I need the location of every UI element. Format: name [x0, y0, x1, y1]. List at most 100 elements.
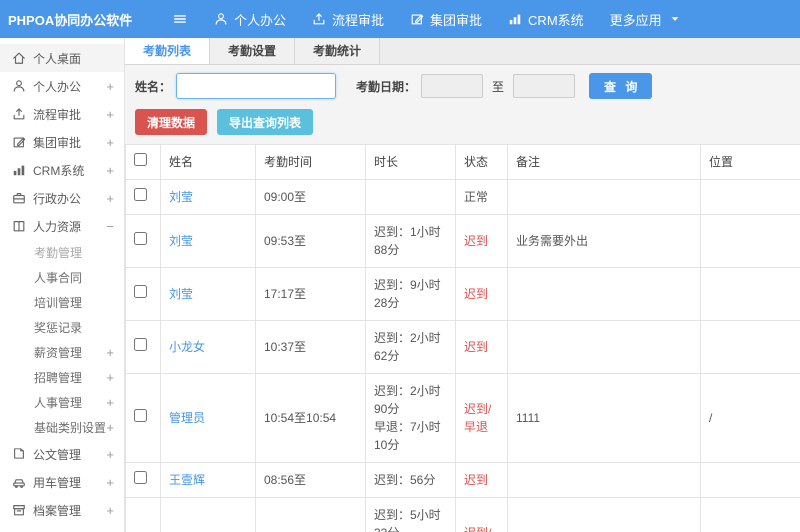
employee-name-link[interactable]: 刘莹 — [169, 190, 193, 204]
tab-3[interactable]: 考勤统计 — [295, 38, 381, 64]
top-nav: 个人办公 流程审批 集团审批 CRM系统 更多应用 — [201, 10, 695, 29]
user-icon — [214, 12, 228, 26]
sidebar-subitem-6[interactable]: 招聘管理 + — [0, 365, 124, 390]
row-checkbox[interactable] — [134, 409, 147, 422]
expand-toggle-icon[interactable]: + — [106, 395, 114, 410]
note-cell — [507, 462, 701, 498]
date-to-input[interactable] — [513, 74, 576, 98]
doc-icon — [12, 447, 26, 461]
name-cell: 刘莹 — [160, 267, 256, 321]
nav-item-1[interactable]: 个人办公 — [214, 10, 286, 29]
name-cell: 小龙女 — [160, 320, 256, 374]
row-select-cell — [125, 373, 161, 463]
row-select-cell — [125, 320, 161, 374]
note-cell — [507, 497, 701, 532]
sidebar-item-2[interactable]: 个人办公 + — [0, 72, 124, 100]
sidebar-item-10[interactable]: 档案管理 + — [0, 496, 124, 524]
employee-name-link[interactable]: 王壹辉 — [169, 473, 205, 487]
nav-item-label: 流程审批 — [332, 12, 385, 28]
date-label: 考勤日期： — [356, 79, 417, 94]
sidebar-item-6[interactable]: 行政办公 + — [0, 184, 124, 212]
sidebar-item-label: 基础类别设置 — [34, 421, 107, 435]
status-cell: 迟到/早退 — [455, 497, 508, 532]
row-select-cell — [125, 462, 161, 498]
table-row: 刘莹 09:53至 迟到：1小时88分 迟到 业务需要外出 — [125, 214, 800, 268]
expand-toggle-icon[interactable]: − — [106, 219, 114, 234]
sidebar-item-1[interactable]: 个人桌面 — [0, 44, 124, 72]
sidebar-item-label: 培训管理 — [34, 296, 83, 310]
row-checkbox[interactable] — [134, 232, 147, 245]
sidebar-item-5[interactable]: CRM系统 + — [0, 156, 124, 184]
row-checkbox[interactable] — [134, 338, 147, 351]
home-icon — [12, 51, 26, 65]
employee-name-link[interactable]: 管理员 — [169, 411, 205, 425]
sidebar-item-label: 档案管理 — [33, 503, 82, 518]
row-select-cell — [125, 267, 161, 321]
employee-name-link[interactable]: 刘莹 — [169, 234, 193, 248]
sidebar-submenu: 考勤管理 人事合同 培训管理 奖惩记录 薪资管理 + 招聘管理 + 人事管理 + 基础类别设置 + — [0, 240, 124, 440]
expand-toggle-icon[interactable]: + — [106, 345, 114, 360]
expand-toggle-icon[interactable]: + — [106, 503, 114, 518]
time-cell: 13:20至13:20 — [255, 497, 366, 532]
note-cell: 1111 — [507, 373, 701, 463]
duration-cell: 迟到：5小时33分早退：4小时67分 — [365, 497, 456, 532]
sidebar-item-4[interactable]: 集团审批 + — [0, 128, 124, 156]
search-button[interactable]: 查 询 — [589, 73, 653, 99]
sidebar-subitem-8[interactable]: 基础类别设置 + — [0, 415, 124, 440]
sidebar-item-label: 集团审批 — [33, 135, 82, 150]
hamburger-icon[interactable] — [173, 12, 187, 26]
clean-data-button[interactable]: 清理数据 — [135, 109, 208, 135]
main-content: 考勤列表 考勤设置 考勤统计 姓名： 考勤日期： 至 查 询 清理数据 导出查询列表… — [125, 38, 800, 532]
status-badge: 迟到 — [464, 287, 489, 301]
nav-item-5[interactable]: 更多应用 — [610, 10, 682, 29]
sidebar-item-label: 考勤管理 — [34, 246, 83, 260]
expand-toggle-icon[interactable]: + — [106, 163, 114, 178]
sidebar-subitem-2[interactable]: 人事合同 — [0, 265, 124, 290]
nav-item-2[interactable]: 流程审批 — [312, 10, 384, 29]
sidebar-subitem-7[interactable]: 人事管理 + — [0, 390, 124, 415]
row-checkbox[interactable] — [134, 188, 147, 201]
employee-name-link[interactable]: 小龙女 — [169, 340, 205, 354]
app-logo: PHPOA协同办公软件 — [8, 12, 133, 28]
sidebar-subitem-3[interactable]: 培训管理 — [0, 290, 124, 315]
name-input[interactable] — [176, 73, 337, 99]
name-cell: 刘莹 — [160, 179, 256, 215]
row-checkbox[interactable] — [134, 471, 147, 484]
tab-1[interactable]: 考勤列表 — [125, 38, 211, 64]
sidebar-item-9[interactable]: 用车管理 + — [0, 468, 124, 496]
date-from-input[interactable] — [421, 74, 484, 98]
user-icon — [12, 79, 26, 93]
sidebar-item-11[interactable]: 项目管理+ — [0, 524, 124, 532]
employee-name-link[interactable]: 刘莹 — [169, 287, 193, 301]
expand-toggle-icon[interactable]: + — [106, 135, 114, 150]
share-icon — [12, 107, 26, 121]
expand-toggle-icon[interactable]: + — [106, 420, 114, 435]
row-checkbox[interactable] — [134, 285, 147, 298]
table-row: 管理员 10:54至10:54 迟到：2小时90分 早退：7小时10分 迟到/早退 111… — [125, 373, 800, 463]
export-list-button[interactable]: 导出查询列表 — [217, 109, 314, 135]
location-cell — [700, 267, 800, 321]
expand-toggle-icon[interactable]: + — [106, 79, 114, 94]
sidebar-subitem-1[interactable]: 考勤管理 — [0, 240, 124, 265]
filter-bar: 姓名： 考勤日期： 至 查 询 — [125, 65, 800, 107]
expand-toggle-icon[interactable]: + — [106, 370, 114, 385]
archive-icon — [12, 503, 26, 517]
duration-cell: 迟到：1小时88分 — [365, 214, 456, 268]
expand-toggle-icon[interactable]: + — [106, 475, 114, 490]
note-cell — [507, 179, 701, 215]
sidebar-item-8[interactable]: 公文管理 + — [0, 440, 124, 468]
duration-cell: 迟到：2小时62分 — [365, 320, 456, 374]
name-cell: 王壹辉 — [160, 462, 256, 498]
expand-toggle-icon[interactable]: + — [106, 107, 114, 122]
sidebar-item-7[interactable]: 人力资源 − — [0, 212, 124, 240]
sidebar-subitem-5[interactable]: 薪资管理 + — [0, 340, 124, 365]
nav-item-3[interactable]: 集团审批 — [410, 10, 482, 29]
sidebar-item-3[interactable]: 流程审批 + — [0, 100, 124, 128]
tab-2[interactable]: 考勤设置 — [210, 38, 296, 64]
expand-toggle-icon[interactable]: + — [106, 191, 114, 206]
nav-item-4[interactable]: CRM系统 — [508, 10, 584, 29]
select-all-checkbox[interactable] — [134, 153, 147, 166]
sidebar-subitem-4[interactable]: 奖惩记录 — [0, 315, 124, 340]
nav-item-label: 个人办公 — [234, 12, 287, 28]
expand-toggle-icon[interactable]: + — [106, 447, 114, 462]
